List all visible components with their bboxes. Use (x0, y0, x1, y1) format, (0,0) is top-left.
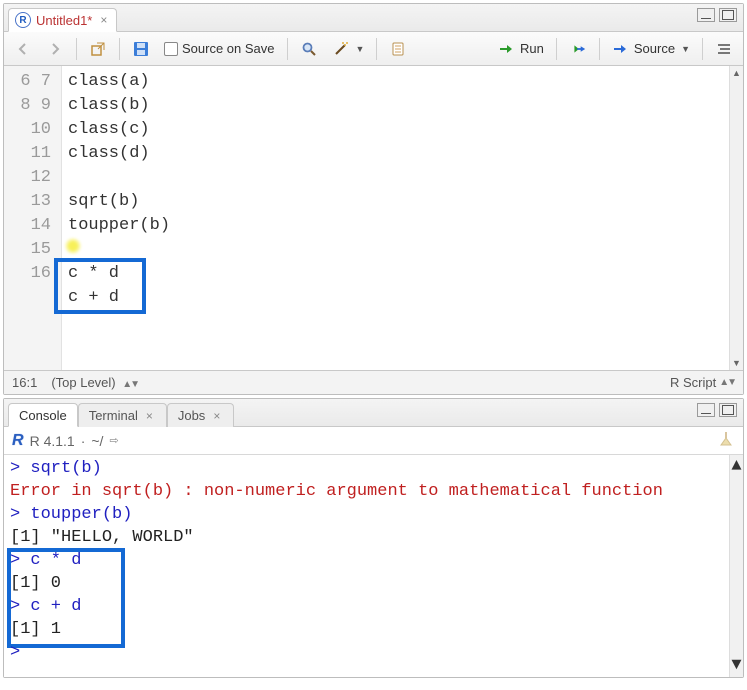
back-arrow-icon (14, 40, 32, 58)
maximize-pane-button[interactable] (719, 8, 737, 22)
close-tab-icon[interactable]: × (210, 409, 223, 423)
r-file-icon: R (15, 12, 31, 28)
dropdown-caret-icon: ▼ (356, 44, 365, 54)
clear-console-button[interactable] (717, 430, 735, 451)
source-button[interactable]: Source ▼ (608, 38, 694, 60)
source-on-save-toggle[interactable]: Source on Save (160, 39, 279, 58)
run-label: Run (520, 41, 544, 56)
console-path-row: R R 4.1.1 · ~/ ⇨ (4, 427, 743, 455)
console-pane: Console Terminal × Jobs × R R 4.1.1 · ~/… (3, 398, 744, 678)
popout-icon (89, 40, 107, 58)
editor-vertical-scrollbar[interactable]: ▲ ▼ (729, 66, 743, 370)
console-line: Error in sqrt(b) : non-numeric argument … (10, 480, 737, 503)
console-line: > (10, 641, 737, 664)
back-button[interactable] (10, 38, 36, 60)
wand-icon (332, 40, 350, 58)
dropdown-caret-icon: ▼ (681, 44, 690, 54)
checkbox-icon (164, 42, 178, 56)
notebook-icon (389, 40, 407, 58)
tab-terminal-label: Terminal (89, 408, 138, 423)
source-on-save-label: Source on Save (182, 41, 275, 56)
tab-console[interactable]: Console (8, 403, 78, 427)
close-tab-icon[interactable]: × (97, 13, 110, 27)
working-directory[interactable]: ~/ (91, 433, 103, 449)
run-button[interactable]: Run (494, 38, 548, 60)
forward-arrow-icon (46, 40, 64, 58)
editor-toolbar: Source on Save ▼ Run (4, 32, 743, 66)
pane-window-controls (697, 8, 737, 22)
line-number-gutter: 6 7 8 9 10 11 12 13 14 15 16 (4, 66, 62, 370)
maximize-pane-button[interactable] (719, 403, 737, 417)
editor-body: 6 7 8 9 10 11 12 13 14 15 16 class(a) cl… (4, 66, 743, 370)
code-area[interactable]: class(a) class(b) class(c) class(d) sqrt… (62, 66, 729, 370)
minimize-pane-button[interactable] (697, 8, 715, 22)
tab-jobs[interactable]: Jobs × (167, 403, 234, 427)
pane-window-controls (697, 403, 737, 417)
console-line: [1] 0 (10, 572, 737, 595)
console-output[interactable]: > sqrt(b)Error in sqrt(b) : non-numeric … (4, 455, 743, 677)
scroll-down-arrow-icon[interactable]: ▼ (730, 356, 743, 370)
console-line: > c * d (10, 549, 737, 572)
console-line: > toupper(b) (10, 503, 737, 526)
path-separator: · (81, 433, 86, 449)
lang-stepper-icon[interactable]: ▲▼ (719, 377, 735, 388)
tab-terminal[interactable]: Terminal × (78, 403, 167, 427)
editor-tabbar: R Untitled1* × (4, 4, 743, 32)
language-mode[interactable]: R Script (670, 375, 716, 390)
save-button[interactable] (128, 38, 154, 60)
outline-button[interactable] (711, 38, 737, 60)
r-logo-icon: R (12, 432, 24, 450)
editor-tab-title: Untitled1* (36, 13, 92, 28)
search-icon (300, 40, 318, 58)
find-button[interactable] (296, 38, 322, 60)
console-line: [1] "HELLO, WORLD" (10, 526, 737, 549)
source-editor-pane: R Untitled1* × (3, 3, 744, 395)
scope-indicator[interactable]: (Top Level) (51, 375, 115, 390)
code-tools-button[interactable]: ▼ (328, 38, 369, 60)
tab-jobs-label: Jobs (178, 408, 205, 423)
cursor-position: 16:1 (12, 375, 37, 390)
tab-console-label: Console (19, 408, 67, 423)
console-tabbar: Console Terminal × Jobs × (4, 399, 743, 427)
compile-report-button[interactable] (385, 38, 411, 60)
console-line: > sqrt(b) (10, 457, 737, 480)
source-arrow-icon (612, 40, 630, 58)
rerun-icon (569, 40, 587, 58)
forward-button[interactable] (42, 38, 68, 60)
show-in-new-window-button[interactable] (85, 38, 111, 60)
editor-statusbar: 16:1 (Top Level) ▲▼ R Script ▲▼ (4, 370, 743, 394)
console-line: [1] 1 (10, 618, 737, 641)
editor-tab-untitled[interactable]: R Untitled1* × (8, 8, 117, 32)
wd-go-icon[interactable]: ⇨ (109, 434, 118, 447)
run-arrow-icon (498, 40, 516, 58)
outline-icon (715, 40, 733, 58)
close-tab-icon[interactable]: × (143, 409, 156, 423)
rerun-button[interactable] (565, 38, 591, 60)
save-icon (132, 40, 150, 58)
r-version: R 4.1.1 (30, 433, 75, 449)
scroll-up-arrow-icon[interactable]: ▲ (730, 66, 743, 80)
source-label: Source (634, 41, 675, 56)
console-line: > c + d (10, 595, 737, 618)
scope-stepper-icon[interactable]: ▲▼ (122, 379, 138, 390)
minimize-pane-button[interactable] (697, 403, 715, 417)
